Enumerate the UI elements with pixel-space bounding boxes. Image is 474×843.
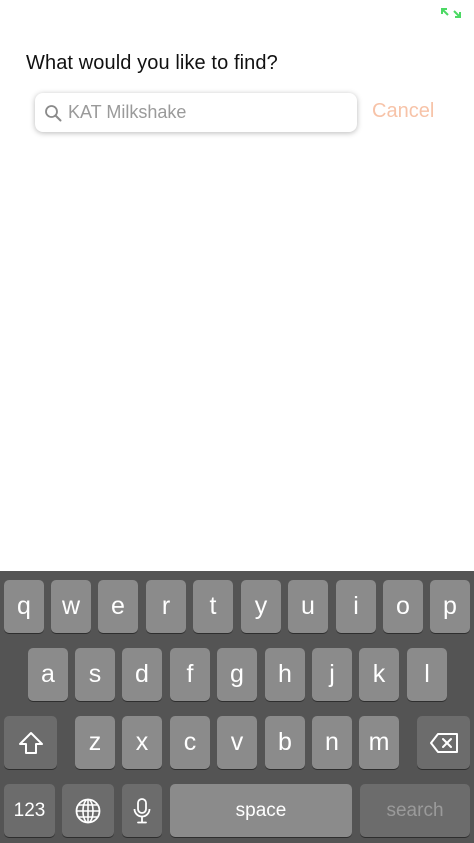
key-s[interactable]: s: [75, 648, 115, 701]
keyboard: q w e r t y u i o p a s d f g h j k l z …: [0, 571, 474, 843]
search-icon: [45, 104, 62, 121]
key-h[interactable]: h: [265, 648, 305, 701]
key-b[interactable]: b: [265, 716, 305, 769]
key-e[interactable]: e: [98, 580, 138, 633]
key-g[interactable]: g: [217, 648, 257, 701]
key-a[interactable]: a: [28, 648, 68, 701]
expand-arrows-icon: [441, 8, 461, 18]
search-key[interactable]: search: [360, 784, 470, 837]
key-j[interactable]: j: [312, 648, 352, 701]
globe-key[interactable]: [62, 784, 114, 837]
key-o[interactable]: o: [383, 580, 423, 633]
key-n[interactable]: n: [312, 716, 352, 769]
key-q[interactable]: q: [4, 580, 44, 633]
key-k[interactable]: k: [359, 648, 399, 701]
key-y[interactable]: y: [241, 580, 281, 633]
dictation-key[interactable]: [122, 784, 162, 837]
key-c[interactable]: c: [170, 716, 210, 769]
page-title: What would you like to find?: [26, 52, 278, 74]
search-input[interactable]: [68, 102, 328, 123]
shift-icon: [18, 731, 43, 754]
key-m[interactable]: m: [359, 716, 399, 769]
search-field[interactable]: [35, 93, 357, 132]
key-w[interactable]: w: [51, 580, 91, 633]
key-x[interactable]: x: [122, 716, 162, 769]
shift-key[interactable]: [4, 716, 57, 769]
key-r[interactable]: r: [146, 580, 186, 633]
delete-key[interactable]: [417, 716, 470, 769]
microphone-icon: [133, 797, 151, 823]
numbers-key[interactable]: 123: [4, 784, 55, 837]
cancel-button[interactable]: Cancel: [372, 100, 434, 123]
backspace-icon: [429, 732, 458, 753]
key-t[interactable]: t: [193, 580, 233, 633]
globe-icon: [75, 798, 101, 823]
key-f[interactable]: f: [170, 648, 210, 701]
key-v[interactable]: v: [217, 716, 257, 769]
key-z[interactable]: z: [75, 716, 115, 769]
key-i[interactable]: i: [336, 580, 376, 633]
key-d[interactable]: d: [122, 648, 162, 701]
key-u[interactable]: u: [288, 580, 328, 633]
space-key[interactable]: space: [170, 784, 352, 837]
key-l[interactable]: l: [407, 648, 447, 701]
key-p[interactable]: p: [430, 580, 470, 633]
